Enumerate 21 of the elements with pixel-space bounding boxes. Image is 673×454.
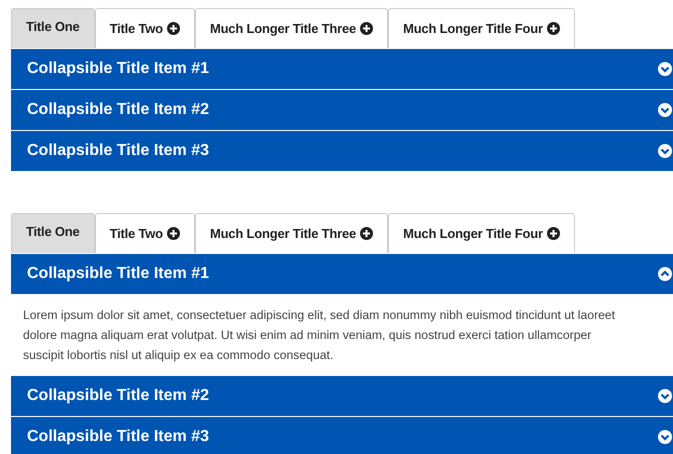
tab[interactable]: Title One [11, 8, 95, 48]
accordion-header[interactable]: Collapsible Title Item #2 [11, 376, 673, 416]
plus-icon [360, 22, 374, 35]
tab[interactable]: Much Longer Title Four [388, 213, 575, 253]
accordion-body-text: Lorem ipsum dolor sit amet, consectetuer adipiscing elit, sed diam nonummy nibh euismod tincidunt ut laoreet dolore magna aliquam erat volutpat. Ut wisi enim ad minim veniam, quis nostrud exerci tation ullamcorper suscipit lobortis nisl ut aliquip ex ea commodo consequat. [22, 307, 616, 364]
tab[interactable]: Title Two [94, 213, 195, 253]
tab[interactable]: Title Two [94, 8, 195, 48]
plus-icon [166, 22, 180, 35]
accordion-header[interactable]: Collapsible Title Item #3 [11, 417, 673, 454]
plus-icon [546, 227, 560, 240]
plus-icon [360, 227, 374, 240]
accordion-header[interactable]: Collapsible Title Item #3 [11, 131, 673, 171]
accordion-header[interactable]: Collapsible Title Item #1 [11, 254, 673, 294]
tab[interactable]: Title One [11, 213, 95, 253]
accordion-header[interactable]: Collapsible Title Item #2 [11, 90, 673, 130]
plus-icon [166, 227, 180, 240]
tab[interactable]: Much Longer Title Three [194, 8, 388, 48]
accordion-header[interactable]: Collapsible Title Item #1 [11, 49, 673, 89]
plus-icon [546, 22, 560, 35]
tab[interactable]: Much Longer Title Three [194, 213, 388, 253]
tab[interactable]: Much Longer Title Four [388, 8, 575, 48]
